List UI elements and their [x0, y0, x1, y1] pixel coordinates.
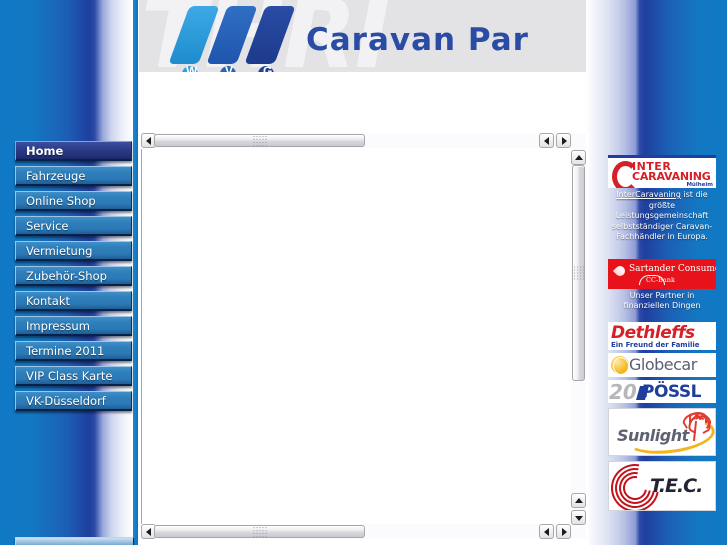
palm-tree-icon	[680, 409, 714, 442]
globe-icon	[611, 355, 629, 375]
vertical-scroll-thumb[interactable]	[572, 165, 585, 381]
ad-intercaravaning-caption: InterCaravaning ist die größte Leistungs…	[608, 188, 716, 249]
ad-santander[interactable]: Sartander Consumer CC-Bank	[608, 258, 716, 289]
santander-flame-icon	[612, 263, 628, 278]
ad-slogan: Ein Freund der Familie	[611, 340, 700, 349]
nav-item-fahrzeuge[interactable]: Fahrzeuge	[15, 166, 132, 186]
nav-item-label: VK-Düsseldorf	[26, 394, 106, 408]
scroll-left-button-top-far[interactable]	[539, 133, 554, 148]
scroll-right-button-bottom[interactable]	[556, 524, 571, 539]
arrow-down-icon	[574, 515, 583, 521]
ad-santander-caption: Unser Partner in finanziellen Dingen	[623, 290, 701, 311]
ad-spacer	[608, 249, 716, 259]
scroll-down-button[interactable]	[571, 510, 586, 525]
ad-intercaravaning[interactable]: INTER CARAVANING Mülheim	[608, 155, 716, 188]
nav-item-label: Vermietung	[26, 244, 93, 258]
scroll-right-button-top[interactable]	[556, 133, 571, 148]
nav-item-impressum[interactable]: Impressum	[15, 316, 132, 336]
ad-name: Dethleffs	[611, 322, 695, 343]
ad-tec[interactable]: T.E.C.	[608, 460, 716, 511]
header-banner: THRI W V G Caravan Par	[139, 0, 586, 84]
main-navigation: Home Fahrzeuge Online Shop Service Vermi…	[15, 141, 132, 416]
nav-item-zubehoer-shop[interactable]: Zubehör-Shop	[15, 266, 132, 286]
nav-item-vk-duesseldorf[interactable]: VK-Düsseldorf	[15, 391, 132, 411]
nav-item-label: Home	[26, 144, 64, 158]
nav-item-clipped[interactable]	[15, 537, 134, 545]
sponsor-ad-column: INTER CARAVANING Mülheim InterCaravaning…	[608, 155, 716, 511]
nav-item-home[interactable]: Home	[15, 141, 132, 161]
nav-item-service[interactable]: Service	[15, 216, 132, 236]
horizontal-scroll-thumb-top[interactable]	[154, 134, 365, 147]
ad-name: Sunlight	[617, 425, 689, 445]
content-frame-document	[141, 149, 571, 524]
nav-item-vermietung[interactable]: Vermietung	[15, 241, 132, 261]
nav-item-label: Impressum	[26, 319, 90, 333]
scroll-up-button[interactable]	[571, 150, 586, 165]
left-divider-rule	[133, 0, 138, 545]
content-frame	[141, 133, 588, 545]
ad-subname: CC-Bank	[646, 275, 675, 284]
arrow-left-icon	[543, 136, 549, 145]
arrow-left-icon	[543, 527, 549, 536]
arrow-left-icon	[145, 136, 151, 145]
ad-possl[interactable]: 20 PÖSSL	[608, 379, 716, 403]
scroll-left-button-bottom-far[interactable]	[539, 524, 554, 539]
arrow-left-icon	[145, 527, 151, 536]
ad-caption-link[interactable]: InterCaravaning	[616, 190, 681, 199]
banner-title: Caravan Par	[306, 22, 529, 58]
grip-icon	[253, 526, 266, 537]
horizontal-scrollbar-top[interactable]	[141, 133, 571, 148]
content-frame-left-edge	[141, 149, 142, 524]
ad-name: Sartander Consumer	[629, 263, 716, 274]
nav-item-label: Zubehör-Shop	[26, 269, 107, 283]
nav-item-label: Fahrzeuge	[26, 169, 86, 183]
scroll-up-button-bottom[interactable]	[571, 493, 586, 508]
ad-name: T.E.C.	[650, 474, 703, 497]
nav-item-label: Termine 2011	[26, 344, 105, 358]
grip-icon	[573, 266, 584, 280]
ad-dethleffs[interactable]: Dethleffs Ein Freund der Familie	[608, 321, 716, 350]
nav-item-kontakt[interactable]: Kontakt	[15, 291, 132, 311]
ad-top-bar	[608, 155, 716, 158]
nav-item-online-shop[interactable]: Online Shop	[15, 191, 132, 211]
page-root: THRI W V G Caravan Par Home Fahrzeuge On…	[0, 0, 727, 545]
arrow-up-icon	[574, 497, 583, 503]
nav-item-label: Online Shop	[26, 194, 96, 208]
ad-anniversary-years: 20	[609, 379, 637, 403]
ad-name: Globecar	[629, 354, 697, 374]
nav-item-vip-class-karte[interactable]: VIP Class Karte	[15, 366, 132, 386]
arrow-right-icon	[561, 136, 567, 145]
ad-name: PÖSSL	[642, 381, 701, 402]
horizontal-scrollbar-bottom[interactable]	[141, 524, 571, 539]
header-banner-inner: THRI W V G Caravan Par	[139, 0, 586, 84]
ad-globecar[interactable]: Globecar	[608, 352, 716, 377]
ad-sunlight[interactable]: Sunlight	[608, 407, 716, 456]
arrow-right-icon	[561, 527, 567, 536]
horizontal-scroll-thumb-bottom[interactable]	[154, 525, 365, 538]
vertical-scrollbar[interactable]	[571, 133, 586, 539]
grip-icon	[253, 135, 266, 146]
nav-item-label: Kontakt	[26, 294, 71, 308]
banner-bottom-strip	[139, 72, 586, 84]
ad-city: Mülheim	[686, 182, 713, 188]
nav-item-label: VIP Class Karte	[26, 369, 113, 383]
arrow-up-icon	[574, 154, 583, 160]
nav-item-termine-2011[interactable]: Termine 2011	[15, 341, 132, 361]
nav-item-label: Service	[26, 219, 69, 233]
